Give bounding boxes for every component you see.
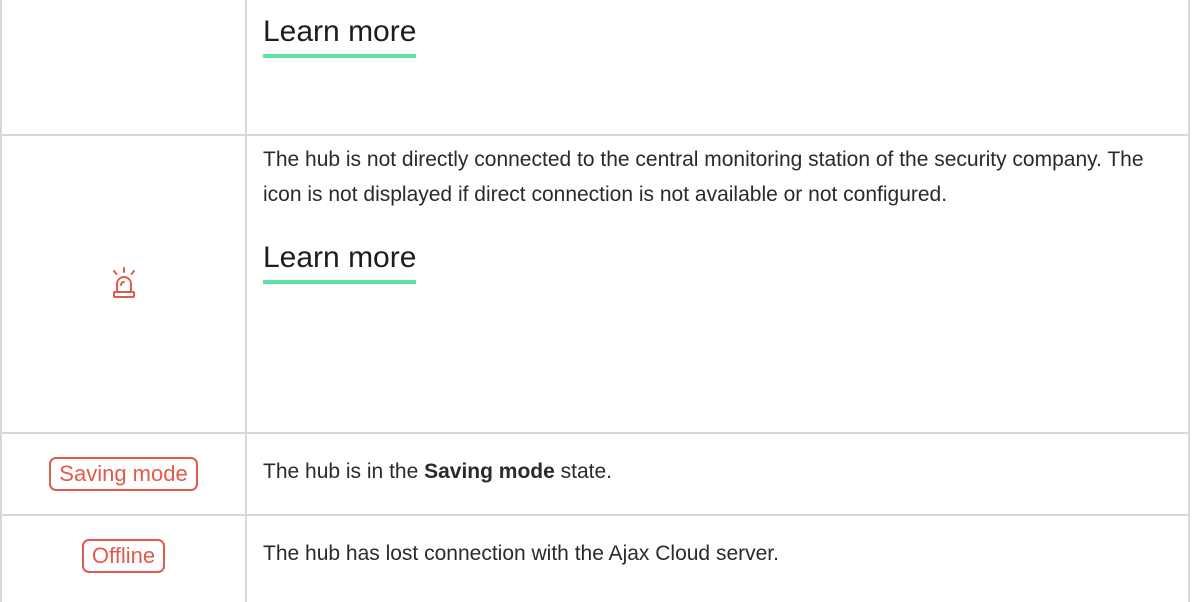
description-text: The hub is in the	[263, 460, 425, 483]
status-icons-table: Learn more The hub is not directly conne…	[0, 0, 1192, 602]
row-description: The hub has lost connection with the Aja…	[263, 542, 779, 565]
table-row: Saving mode The hub is in the Saving mod…	[0, 434, 1190, 514]
status-badge-saving-mode: Saving mode	[49, 457, 198, 491]
learn-more-link[interactable]: Learn more	[263, 240, 417, 284]
table-row: The hub is not directly connected to the…	[0, 136, 1190, 432]
description-bold-text: Saving mode	[424, 460, 555, 483]
row-description: The hub is not directly connected to the…	[263, 148, 1144, 206]
icon-cell	[2, 136, 245, 432]
row-description: The hub is in the Saving mode state.	[263, 454, 1173, 489]
table-row: Learn more	[0, 0, 1190, 134]
siren-alarm-icon	[109, 267, 139, 301]
learn-more-link[interactable]: Learn more	[263, 14, 417, 58]
table-row: Offline The hub has lost connection with…	[0, 516, 1190, 602]
status-badge-offline: Offline	[81, 539, 166, 573]
description-text: state.	[554, 460, 613, 483]
